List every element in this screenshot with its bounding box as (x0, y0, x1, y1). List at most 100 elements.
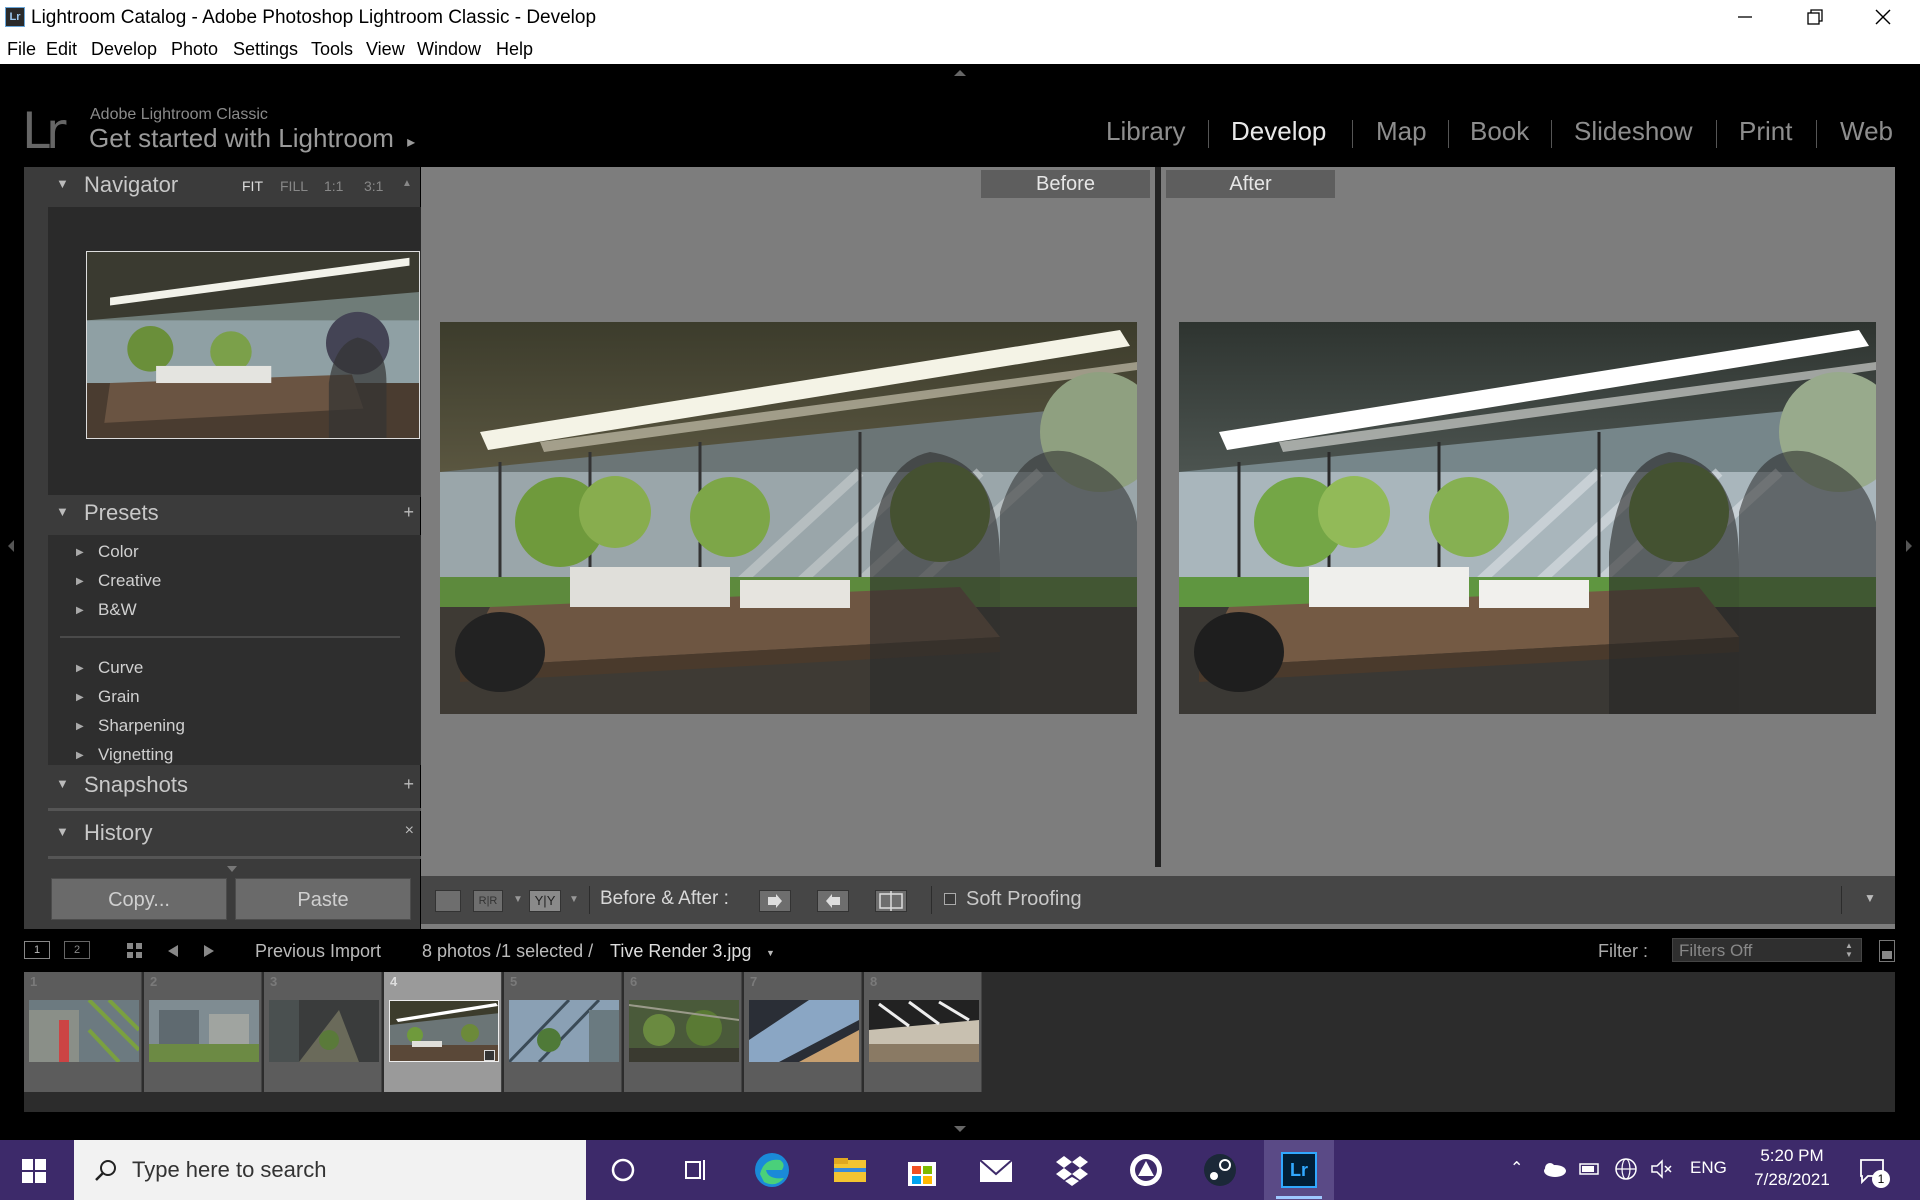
close-button[interactable] (1848, 0, 1918, 34)
soft-proofing-checkbox[interactable] (944, 893, 956, 905)
loupe-view-button[interactable] (435, 890, 461, 912)
collapse-right-panel-icon[interactable] (1904, 538, 1914, 554)
steam-icon[interactable] (1200, 1150, 1240, 1190)
module-book[interactable]: Book (1470, 116, 1529, 147)
taskbar-search-box[interactable]: Type here to search (74, 1140, 586, 1200)
collapse-filmstrip-icon[interactable] (952, 1124, 968, 1134)
filmstrip-source[interactable]: Previous Import (255, 941, 381, 962)
menu-settings[interactable]: Settings (233, 39, 298, 60)
filmstrip-cell[interactable]: 7 (744, 972, 862, 1092)
menu-help[interactable]: Help (496, 39, 533, 60)
history-header[interactable]: ▼ History × (24, 815, 420, 853)
menu-develop[interactable]: Develop (91, 39, 157, 60)
menu-window[interactable]: Window (417, 39, 481, 60)
navigator-fit[interactable]: FIT (242, 178, 263, 194)
forward-arrow-icon[interactable] (202, 943, 218, 959)
thumb-image (749, 1000, 859, 1062)
menu-tools[interactable]: Tools (311, 39, 353, 60)
filmstrip-cell[interactable]: 6 (624, 972, 742, 1092)
menu-edit[interactable]: Edit (46, 39, 77, 60)
onedrive-icon[interactable] (1541, 1160, 1567, 1178)
filmstrip-cell-selected[interactable]: 4 (384, 972, 502, 1092)
menu-view[interactable]: View (366, 39, 405, 60)
preset-group-grain[interactable]: ▶ Grain (24, 684, 420, 712)
copy-after-to-before-button[interactable] (817, 890, 849, 912)
lightroom-taskbar-button[interactable]: Lr (1264, 1140, 1334, 1200)
filter-lock-icon[interactable] (1879, 940, 1895, 962)
module-develop[interactable]: Develop (1231, 116, 1326, 147)
grid-view-icon[interactable] (126, 942, 144, 960)
add-snapshot-icon[interactable]: + (403, 774, 414, 795)
compare-view-button[interactable]: R|R (473, 890, 503, 912)
view-dropdown-icon[interactable]: ▼ (569, 894, 579, 905)
module-web[interactable]: Web (1840, 116, 1893, 147)
language-indicator[interactable]: ENG (1690, 1158, 1727, 1178)
filmstrip-cell[interactable]: 2 (144, 972, 262, 1092)
module-map[interactable]: Map (1376, 116, 1427, 147)
edge-browser-icon[interactable] (752, 1150, 792, 1190)
preset-group-bw[interactable]: ▶ B&W (24, 597, 420, 625)
restore-button[interactable] (1780, 0, 1850, 34)
filter-value: Filters Off (1679, 941, 1753, 960)
secondary-window-button[interactable]: 2 (64, 941, 90, 959)
filmstrip-filename[interactable]: Tive Render 3.jpg (610, 941, 751, 962)
presets-header[interactable]: ▼ Presets + (24, 495, 420, 535)
compare-dropdown-icon[interactable]: ▼ (513, 894, 523, 905)
module-print[interactable]: Print (1739, 116, 1792, 147)
volume-muted-icon[interactable] (1650, 1158, 1674, 1180)
navigator-fill[interactable]: FILL (280, 178, 308, 194)
filmstrip-cell[interactable]: 5 (504, 972, 622, 1092)
filmstrip-cell[interactable]: 1 (24, 972, 142, 1092)
collapse-top-panel-icon[interactable] (952, 68, 968, 78)
preset-group-vignetting[interactable]: ▶ Vignetting (24, 742, 420, 770)
dropbox-icon[interactable] (1052, 1150, 1092, 1190)
battery-icon[interactable] (1578, 1158, 1602, 1180)
before-after-view-button[interactable]: Y|Y (529, 890, 561, 912)
preset-group-sharpening[interactable]: ▶ Sharpening (24, 713, 420, 741)
minimize-button[interactable] (1710, 0, 1780, 34)
add-preset-icon[interactable]: + (403, 502, 414, 523)
navigator-1-1[interactable]: 1:1 (324, 178, 343, 194)
copy-button[interactable]: Copy... (51, 878, 227, 920)
expand-down-icon[interactable] (226, 865, 238, 873)
back-arrow-icon[interactable] (164, 943, 180, 959)
file-explorer-icon[interactable] (830, 1150, 870, 1190)
primary-window-button[interactable]: 1 (24, 941, 50, 959)
task-view-icon[interactable] (676, 1150, 716, 1190)
filename-dropdown-icon[interactable]: ▼ (766, 948, 775, 958)
module-slideshow[interactable]: Slideshow (1574, 116, 1693, 147)
navigator-header[interactable]: ▼ Navigator FIT FILL 1:1 3:1 ▲ (24, 167, 420, 205)
windows-start-icon[interactable] (22, 1159, 46, 1183)
zoom-menu-icon[interactable]: ▲ (402, 178, 412, 189)
snapshots-header[interactable]: ▼ Snapshots + (24, 767, 420, 805)
after-photo[interactable] (1179, 322, 1876, 714)
preset-group-curve[interactable]: ▶ Curve (24, 655, 420, 683)
preset-group-color[interactable]: ▶ Color (24, 539, 420, 567)
paste-button[interactable]: Paste (235, 878, 411, 920)
clear-history-icon[interactable]: × (405, 822, 414, 840)
app-circle-icon[interactable] (1126, 1150, 1166, 1190)
toolbar-options-icon[interactable]: ▼ (1864, 891, 1876, 905)
menu-file[interactable]: File (7, 39, 36, 60)
filmstrip-cell[interactable]: 8 (864, 972, 982, 1092)
filmstrip-cell[interactable]: 3 (264, 972, 382, 1092)
show-hidden-icons[interactable]: ⌃ (1510, 1158, 1523, 1178)
clock[interactable]: 5:20 PM 7/28/2021 (1742, 1146, 1842, 1196)
menu-photo[interactable]: Photo (171, 39, 218, 60)
preset-group-label: Vignetting (98, 745, 174, 764)
cortana-icon[interactable] (603, 1150, 643, 1190)
mail-icon[interactable] (976, 1150, 1016, 1190)
preset-group-creative[interactable]: ▶ Creative (24, 568, 420, 596)
get-started-link[interactable]: Get started with Lightroom ▸ (89, 123, 415, 154)
navigator-preview-image[interactable] (86, 251, 420, 439)
module-library[interactable]: Library (1106, 116, 1185, 147)
toolbar-separator (931, 886, 932, 914)
copy-before-to-after-button[interactable] (759, 890, 791, 912)
microsoft-store-icon[interactable] (902, 1150, 942, 1190)
network-globe-icon[interactable] (1614, 1157, 1638, 1181)
before-photo[interactable] (440, 322, 1137, 714)
swap-before-after-button[interactable] (875, 890, 907, 912)
filter-select[interactable]: Filters Off ▲ ▼ (1672, 938, 1862, 962)
navigator-3-1[interactable]: 3:1 (364, 178, 383, 194)
collapse-left-panel-icon[interactable] (6, 538, 16, 554)
